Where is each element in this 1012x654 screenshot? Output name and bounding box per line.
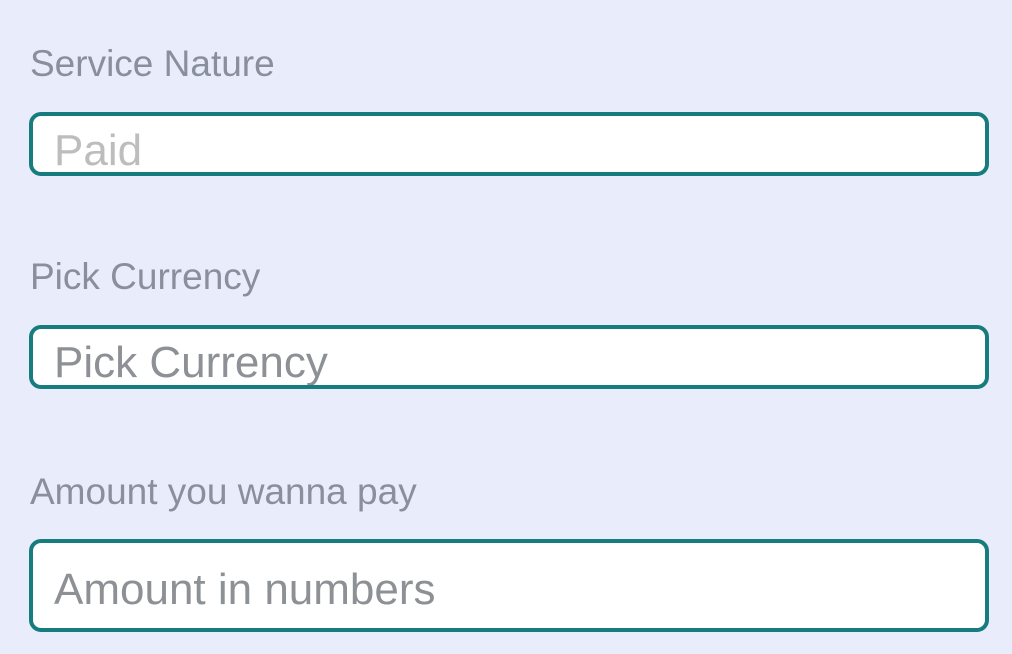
- service-nature-placeholder: Paid: [54, 126, 143, 175]
- pick-currency-value: Pick Currency: [54, 338, 328, 387]
- pick-currency-label: Pick Currency: [30, 256, 261, 297]
- service-nature-label: Service Nature: [30, 43, 275, 84]
- service-nature-field[interactable]: Paid: [29, 112, 989, 176]
- amount-placeholder: Amount in numbers: [54, 565, 436, 614]
- amount-input[interactable]: Amount in numbers: [29, 539, 989, 632]
- pick-currency-select[interactable]: Pick Currency: [29, 325, 989, 389]
- amount-label: Amount you wanna pay: [30, 471, 417, 512]
